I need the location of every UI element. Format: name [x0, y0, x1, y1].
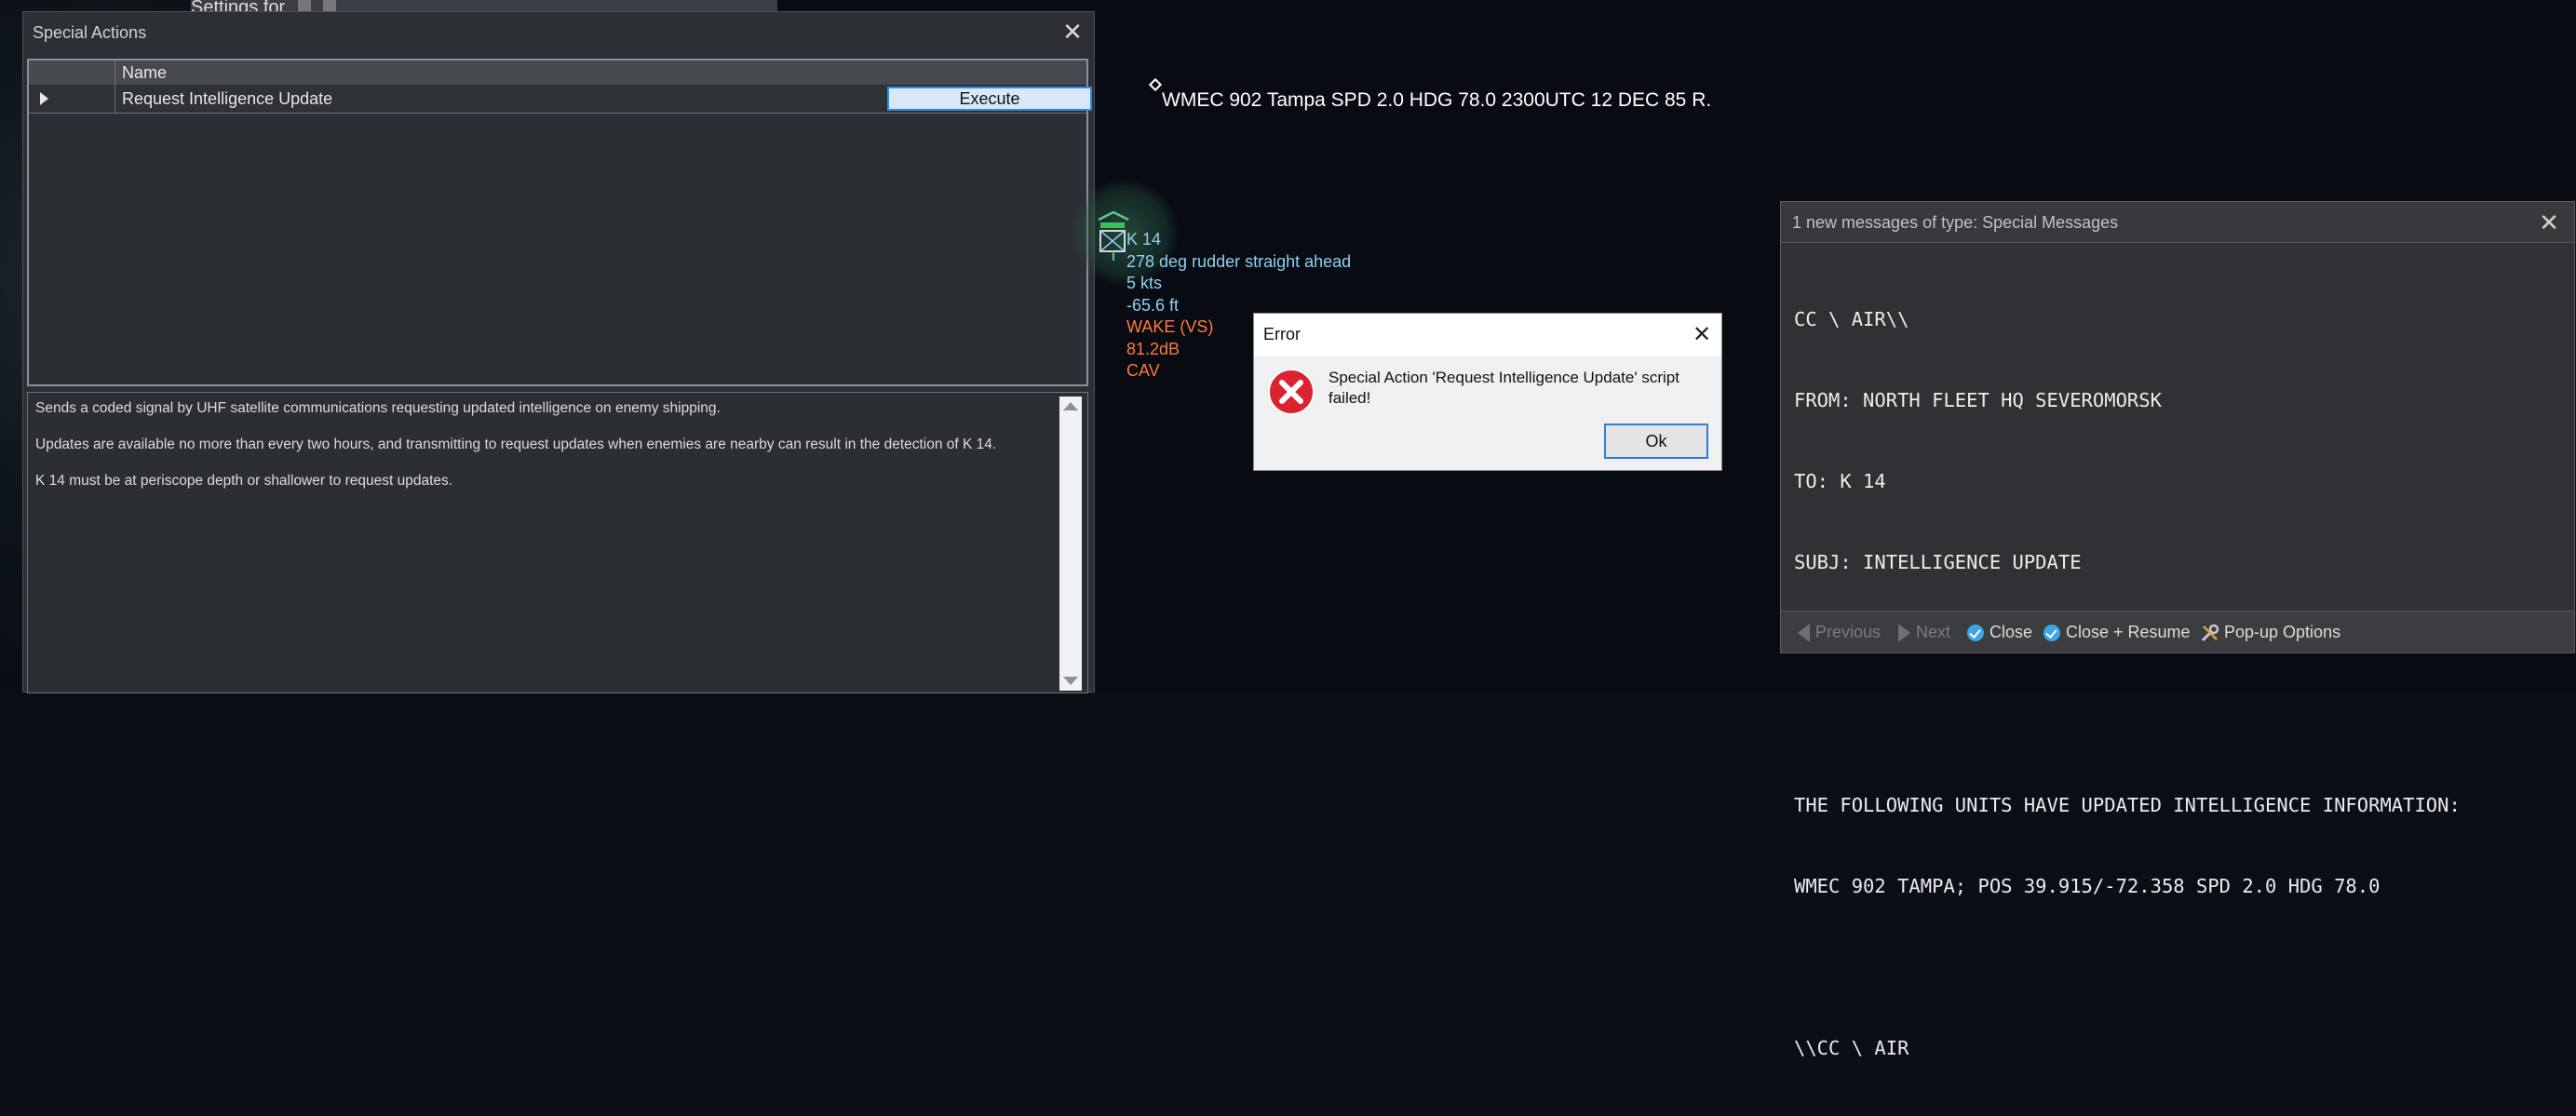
unit-heading: 278 deg rudder straight ahead [1126, 251, 1352, 271]
description-scrollbar[interactable] [1059, 397, 1082, 691]
message-body: CC \ AIR\\ FROM: NORTH FLEET HQ SEVEROMO… [1794, 252, 2567, 1116]
row-selector-icon [40, 92, 48, 105]
message-line [1794, 954, 2567, 981]
message-line: WMEC 902 TAMPA; POS 39.915/-72.358 SPD 2… [1794, 875, 2380, 897]
message-line: SUBJ: INTELLIGENCE UPDATE [1794, 551, 2082, 573]
close-resume-label: Close + Resume [2066, 623, 2191, 641]
message-line [1794, 711, 2567, 738]
contact-label: WMEC 902 Tampa SPD 2.0 HDG 78.0 2300UTC … [1162, 89, 1712, 111]
close-icon[interactable]: ✕ [1060, 20, 1085, 44]
previous-arrow-icon [1798, 624, 1810, 643]
ok-button[interactable]: Ok [1604, 424, 1708, 459]
description-line-2: Updates are available no more than every… [35, 437, 997, 452]
close-label: Close [1989, 623, 2033, 641]
next-label: Next [1916, 623, 1951, 641]
row-header-column [29, 61, 115, 85]
scroll-down-icon[interactable] [1063, 677, 1078, 685]
check-icon [1967, 625, 1984, 642]
error-message: Special Action 'Request Intelligence Upd… [1328, 369, 1679, 407]
popup-options-label: Pop-up Options [2224, 623, 2341, 641]
special-actions-title: Special Actions [33, 23, 147, 42]
message-line: \\CC \ AIR [1794, 1037, 1909, 1059]
row-header[interactable] [29, 85, 115, 113]
action-description: Sends a coded signal by UHF satellite co… [27, 392, 1088, 693]
message-line: TO: K 14 [1794, 470, 1886, 492]
popup-options-button[interactable]: Pop-up Options [2200, 612, 2340, 652]
unit-speed: 5 kts [1126, 274, 1163, 292]
error-dialog-title: Error [1254, 314, 1721, 356]
previous-button[interactable]: Previous [1798, 612, 1881, 652]
close-icon[interactable]: ✕ [1690, 323, 1714, 347]
execute-button[interactable]: Execute [887, 87, 1092, 111]
check-icon [2043, 625, 2060, 642]
action-name: Request Intelligence Update [122, 89, 333, 108]
column-header-name: Name [122, 63, 168, 82]
close-icon[interactable]: ✕ [2537, 210, 2561, 235]
description-line-3: K 14 must be at periscope depth or shall… [35, 473, 453, 489]
special-actions-window: Special Actions ✕ Name Request Intellige… [22, 11, 1095, 693]
tools-icon [2201, 625, 2219, 642]
close-resume-button[interactable]: Close + Resume [2043, 612, 2191, 652]
table-row[interactable]: Request Intelligence Update Execute [29, 85, 1092, 114]
close-button[interactable]: Close [1967, 612, 2032, 652]
messages-window: 1 new messages of type: Special Messages… [1780, 201, 2575, 1059]
error-icon [1268, 369, 1315, 415]
grid-header: Name [29, 61, 1086, 86]
next-button[interactable]: Next [1898, 612, 1950, 652]
actions-grid: Name Request Intelligence Update Execute [27, 59, 1092, 386]
scroll-up-icon[interactable] [1063, 402, 1078, 410]
unit-name: K 14 [1126, 230, 1162, 249]
message-line: THE FOLLOWING UNITS HAVE UPDATED INTELLI… [1794, 794, 2461, 816]
message-line: FROM: NORTH FLEET HQ SEVEROMORSK [1794, 389, 2162, 411]
messages-title: 1 new messages of type: Special Messages [1781, 202, 2574, 243]
error-dialog: Error ✕ Special Action 'Request Intellig… [1253, 313, 1722, 471]
description-line-1: Sends a coded signal by UHF satellite co… [35, 400, 721, 416]
messages-footer: Previous Next Close Close + Resume Pop-u… [1781, 611, 2574, 652]
message-line: CC \ AIR\\ [1794, 308, 1909, 330]
next-arrow-icon [1898, 624, 1910, 643]
previous-label: Previous [1815, 623, 1881, 641]
